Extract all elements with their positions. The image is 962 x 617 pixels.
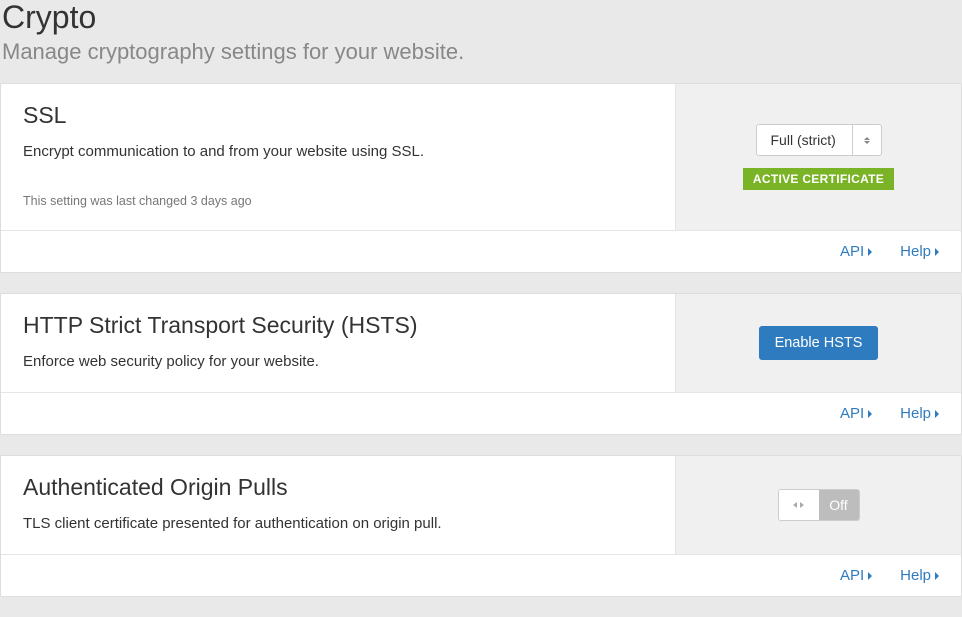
caret-right-icon	[935, 410, 939, 418]
caret-right-icon	[868, 572, 872, 580]
caret-right-icon	[935, 572, 939, 580]
toggle-handle-icon	[779, 490, 819, 520]
caret-right-icon	[868, 410, 872, 418]
origin-pulls-toggle[interactable]: Off	[778, 489, 860, 521]
ssl-title: SSL	[23, 102, 653, 129]
ssl-card: SSL Encrypt communication to and from yo…	[0, 83, 962, 273]
caret-right-icon	[935, 248, 939, 256]
api-link[interactable]: API	[840, 243, 872, 260]
help-link[interactable]: Help	[900, 243, 939, 260]
toggle-state-label: Off	[819, 490, 859, 520]
active-certificate-badge: ACTIVE CERTIFICATE	[743, 168, 894, 190]
ssl-meta: This setting was last changed 3 days ago	[23, 194, 653, 208]
help-link[interactable]: Help	[900, 567, 939, 584]
origin-pulls-title: Authenticated Origin Pulls	[23, 474, 653, 501]
help-link-label: Help	[900, 405, 931, 422]
api-link-label: API	[840, 243, 864, 260]
origin-pulls-description: TLS client certificate presented for aut…	[23, 515, 653, 532]
ssl-mode-value: Full (strict)	[757, 125, 853, 155]
api-link[interactable]: API	[840, 405, 872, 422]
page-subtitle: Manage cryptography settings for your we…	[0, 39, 962, 65]
origin-pulls-card: Authenticated Origin Pulls TLS client ce…	[0, 455, 962, 597]
page-title: Crypto	[0, 0, 962, 35]
api-link[interactable]: API	[840, 567, 872, 584]
hsts-description: Enforce web security policy for your web…	[23, 353, 653, 370]
help-link-label: Help	[900, 567, 931, 584]
caret-right-icon	[868, 248, 872, 256]
hsts-card: HTTP Strict Transport Security (HSTS) En…	[0, 293, 962, 435]
api-link-label: API	[840, 405, 864, 422]
ssl-description: Encrypt communication to and from your w…	[23, 143, 653, 160]
select-arrows-icon	[853, 125, 881, 155]
enable-hsts-button[interactable]: Enable HSTS	[759, 326, 879, 360]
ssl-mode-select[interactable]: Full (strict)	[756, 124, 882, 156]
help-link-label: Help	[900, 243, 931, 260]
api-link-label: API	[840, 567, 864, 584]
hsts-title: HTTP Strict Transport Security (HSTS)	[23, 312, 653, 339]
help-link[interactable]: Help	[900, 405, 939, 422]
